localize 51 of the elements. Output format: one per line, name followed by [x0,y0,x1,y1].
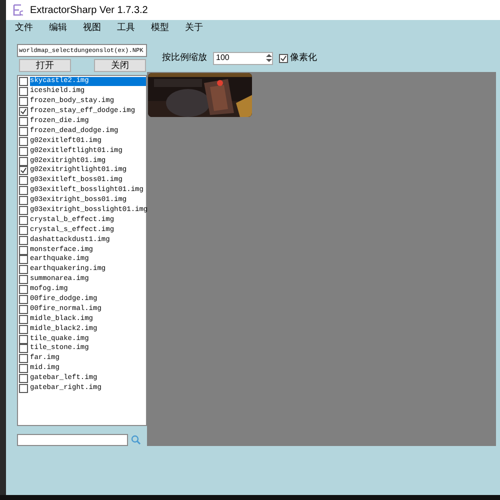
menu-item[interactable]: 文件 [15,21,33,35]
checkbox[interactable] [19,126,28,136]
checkbox[interactable] [19,364,28,374]
checkbox[interactable] [19,236,28,245]
checkbox[interactable] [19,166,28,176]
checkbox[interactable] [19,206,28,216]
checkbox[interactable] [19,156,28,166]
menu-item[interactable]: 视图 [83,21,101,35]
checkbox[interactable] [19,87,28,96]
checkbox[interactable] [19,136,28,146]
window-title: ExtractorSharp Ver 1.7.3.2 [30,4,148,18]
checkbox[interactable] [19,304,28,314]
checkbox[interactable] [19,334,28,344]
toolbar-button[interactable]: 关闭 [94,59,146,72]
checkbox[interactable] [19,97,28,106]
checkbox[interactable] [19,246,28,255]
checkbox[interactable] [19,295,28,304]
checkbox[interactable] [19,146,28,156]
checkbox[interactable] [19,77,28,86]
checkbox[interactable] [19,384,28,394]
checkbox[interactable] [19,374,28,384]
checkbox[interactable] [19,275,28,284]
checkbox[interactable] [19,226,28,235]
menu-item[interactable]: 模型 [151,21,169,35]
scale-spinbox[interactable]: 100 [213,52,273,64]
checkbox[interactable] [19,324,28,334]
checkbox[interactable] [19,216,28,225]
menu-item[interactable]: 关于 [185,21,203,35]
checkbox[interactable] [19,265,28,274]
checkbox[interactable] [19,344,28,354]
check-icon [280,54,287,62]
menu-item[interactable]: 工具 [117,21,135,35]
check-icon [20,108,27,116]
app-logo-icon [12,3,24,17]
checkbox[interactable] [19,186,28,196]
menu-item[interactable]: 编辑 [49,21,67,35]
spin-arrows-icon [266,53,272,63]
checkbox[interactable] [19,176,28,186]
checkbox[interactable] [19,255,28,264]
scale-label: 按比例缩放 [162,51,207,64]
checkbox[interactable] [19,196,28,206]
checkbox[interactable] [19,107,28,116]
check-icon [20,167,27,174]
checkbox[interactable] [19,354,28,364]
toolbar-button[interactable]: 打开 [19,59,71,72]
checkbox[interactable] [19,314,28,324]
search-field[interactable] [17,434,128,446]
pixelate-label: 像素化 [290,51,317,64]
checkbox[interactable] [19,285,28,294]
checkbox[interactable] [279,54,288,62]
checkbox[interactable] [19,117,28,126]
